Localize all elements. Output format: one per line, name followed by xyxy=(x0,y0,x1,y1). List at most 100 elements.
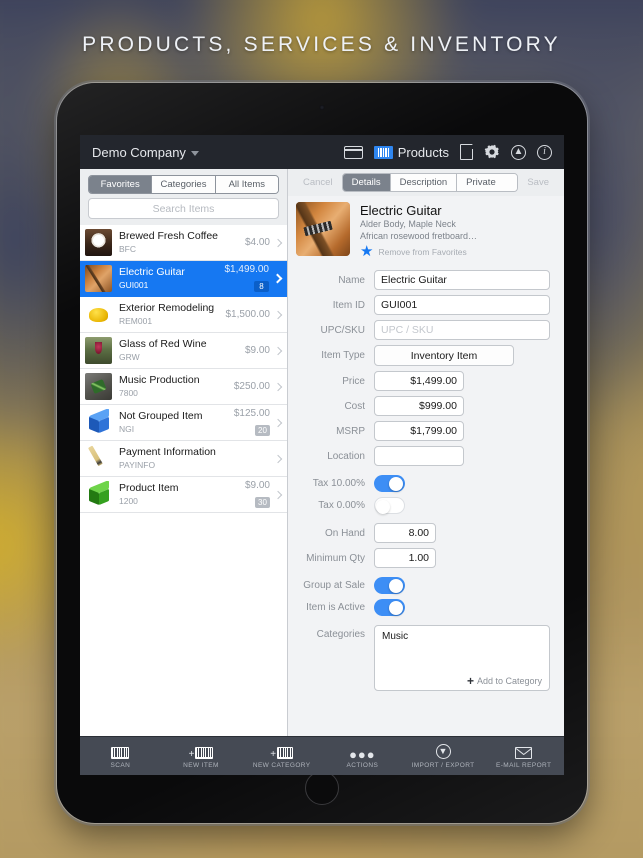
field-name: Name Electric Guitar xyxy=(296,270,554,290)
company-selector[interactable]: Demo Company xyxy=(92,145,199,160)
add-to-category-label: Add to Category xyxy=(476,676,542,686)
list-item-text: Not Grouped Item NGI xyxy=(119,410,234,435)
field-min-qty: Minimum Qty 1.00 xyxy=(296,548,554,568)
field-item-active: Item is Active xyxy=(296,599,554,616)
cancel-button[interactable]: Cancel xyxy=(294,174,342,191)
document-icon[interactable] xyxy=(460,143,474,160)
list-item-price: $250.00 xyxy=(233,381,270,392)
toolbar-import-export[interactable]: ▼ IMPORT / EXPORT xyxy=(403,743,484,769)
list-item-qty-badge: 20 xyxy=(255,425,270,436)
gear-icon[interactable] xyxy=(484,144,500,160)
tax1-toggle[interactable] xyxy=(374,475,405,492)
products-label: Products xyxy=(397,144,449,160)
tab-favorites[interactable]: Favorites xyxy=(89,176,153,193)
search-input[interactable]: Search Items xyxy=(88,198,279,219)
home-button[interactable] xyxy=(305,771,339,805)
on-hand-input[interactable]: 8.00 xyxy=(374,523,436,543)
list-item-sku: GUI001 xyxy=(119,280,149,290)
info-circle-icon[interactable]: i xyxy=(537,144,552,160)
toolbar-email-report[interactable]: E-MAIL REPORT xyxy=(483,744,564,769)
products-nav-button[interactable]: Products xyxy=(373,144,449,160)
list-item[interactable]: Brewed Fresh Coffee BFC $4.00 xyxy=(80,225,287,261)
upc-input[interactable]: UPC / SKU xyxy=(374,320,550,340)
field-tax-2: Tax 0.00% xyxy=(296,497,554,514)
list-segmented-control: Favorites Categories All Items xyxy=(88,175,279,194)
name-label: Name xyxy=(338,274,365,286)
tab-all-items[interactable]: All Items xyxy=(215,176,278,193)
field-group-at-sale: Group at Sale xyxy=(296,577,554,594)
category-item[interactable]: Music xyxy=(382,631,542,642)
chevron-right-icon xyxy=(273,310,283,319)
list-item[interactable]: Product Item 1200 $9.00 30 xyxy=(80,477,287,513)
tax2-toggle[interactable] xyxy=(374,497,405,514)
top-navbar: Demo Company Products ▲ i xyxy=(80,135,564,169)
item-active-toggle[interactable] xyxy=(374,599,405,616)
page-title: PRODUCTS, SERVICES & INVENTORY xyxy=(82,33,561,56)
envelope-icon xyxy=(515,744,533,759)
toolbar-new-category[interactable]: + NEW CATEGORY xyxy=(241,740,322,769)
list-item-name: Music Production xyxy=(119,374,200,386)
min-qty-input[interactable]: 1.00 xyxy=(374,548,436,568)
list-item[interactable]: Electric Guitar GUI001 $1,499.00 8 xyxy=(80,261,287,297)
group-at-sale-label: Group at Sale xyxy=(303,580,365,591)
msrp-input[interactable]: $1,799.00 xyxy=(374,421,464,441)
list-item[interactable]: Exterior Remodeling REM001 $1,500.00 xyxy=(80,297,287,333)
list-item-qty-badge: 8 xyxy=(254,281,269,292)
star-icon: ★ xyxy=(360,243,374,260)
item-id-input[interactable]: GUI001 xyxy=(374,295,550,315)
save-button[interactable]: Save xyxy=(518,174,558,191)
list-item[interactable]: Music Production 7800 $250.00 xyxy=(80,369,287,405)
msrp-label: MSRP xyxy=(336,425,365,437)
search-area: Search Items xyxy=(80,198,287,225)
categories-box[interactable]: Music + Add to Category xyxy=(374,625,550,691)
list-item-price: $1,499.00 xyxy=(224,264,270,275)
list-item-name: Product Item xyxy=(119,482,179,494)
item-thumbnail xyxy=(85,409,112,436)
item-list[interactable]: Brewed Fresh Coffee BFC $4.00 Electric Guit… xyxy=(80,225,287,736)
upc-label: UPC/SKU xyxy=(320,324,365,336)
item-list-pane: Favorites Categories All Items Search It… xyxy=(80,169,288,736)
list-item-meta: $1,499.00 8 xyxy=(224,263,270,294)
tab-categories[interactable]: Categories xyxy=(152,176,216,193)
upload-circle-icon[interactable]: ▲ xyxy=(511,144,526,160)
toolbar-actions[interactable]: ●●● ACTIONS xyxy=(322,744,403,769)
tab-details[interactable]: Details xyxy=(342,174,391,191)
favorite-label: Remove from Favorites xyxy=(378,247,467,257)
list-item-sku: 7800 xyxy=(119,388,138,398)
toolbar-import-export-label: IMPORT / EXPORT xyxy=(411,761,475,769)
location-input[interactable] xyxy=(374,446,464,466)
chevron-right-icon xyxy=(273,418,283,427)
favorite-toggle[interactable]: ★ Remove from Favorites xyxy=(360,243,477,260)
item-thumbnail xyxy=(85,265,112,292)
toolbar-new-item[interactable]: + NEW ITEM xyxy=(161,744,242,769)
list-item-price: $125.00 xyxy=(233,408,270,419)
tab-private-notes[interactable]: Private Notes xyxy=(457,174,518,191)
list-item-text: Brewed Fresh Coffee BFC xyxy=(119,230,245,255)
list-item[interactable]: Glass of Red Wine GRW $9.00 xyxy=(80,333,287,369)
list-item-price: $4.00 xyxy=(244,237,270,248)
barcode-icon xyxy=(111,744,130,759)
chevron-right-icon xyxy=(273,382,283,391)
list-item[interactable]: Payment Information PAYINFO xyxy=(80,441,287,477)
add-to-category-button[interactable]: + Add to Category xyxy=(466,673,542,688)
group-at-sale-toggle[interactable] xyxy=(374,577,405,594)
item-photo[interactable] xyxy=(296,202,350,256)
item-type-button[interactable]: Inventory Item xyxy=(374,345,514,366)
plus-barcode-stack-icon: + xyxy=(270,740,300,759)
cost-input[interactable]: $999.00 xyxy=(374,396,464,416)
plus-icon: + xyxy=(466,673,474,688)
list-item[interactable]: Not Grouped Item NGI $125.00 20 xyxy=(80,405,287,441)
tab-description[interactable]: Description xyxy=(390,174,458,191)
card-icon[interactable] xyxy=(343,145,363,159)
search-placeholder: Search Items xyxy=(152,202,215,215)
name-input[interactable]: Electric Guitar xyxy=(374,270,550,290)
field-cost: Cost $999.00 xyxy=(296,396,554,416)
list-item-name: Not Grouped Item xyxy=(119,410,203,422)
list-item-sku: PAYINFO xyxy=(119,460,156,470)
item-desc-line-2: African rosewood fretboard… xyxy=(360,230,478,241)
toolbar-scan[interactable]: SCAN xyxy=(80,744,161,769)
price-input[interactable]: $1,499.00 xyxy=(374,371,464,391)
item-thumbnail xyxy=(85,373,112,400)
company-name: Demo Company xyxy=(92,144,186,160)
list-item-name: Glass of Red Wine xyxy=(119,338,207,350)
